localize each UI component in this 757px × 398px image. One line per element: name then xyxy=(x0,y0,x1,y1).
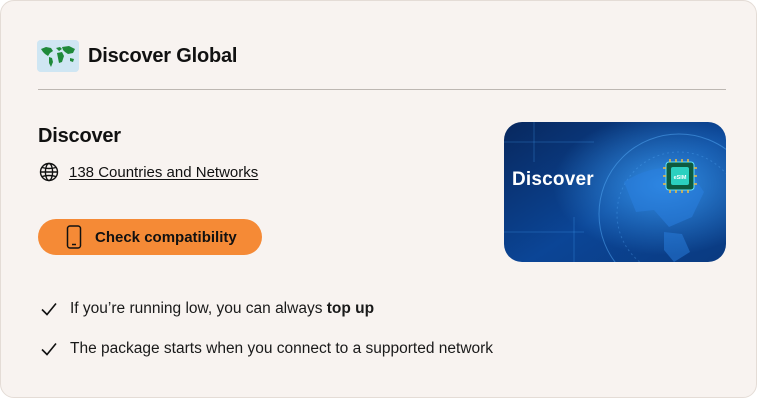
card-header: Discover Global xyxy=(37,39,237,73)
check-compatibility-button[interactable]: Check compatibility xyxy=(38,219,262,255)
esim-card-image: eSIM Discover xyxy=(504,122,726,262)
header-divider xyxy=(38,89,726,90)
feature-text: The package starts when you connect to a… xyxy=(70,340,494,357)
smartphone-icon xyxy=(66,225,82,249)
top-up-text: top up xyxy=(326,300,375,317)
globe-icon xyxy=(39,162,59,182)
feature-item: The package starts when you connect to a… xyxy=(39,337,493,361)
feature-item: If you’re running low, you can always to… xyxy=(39,297,493,321)
feature-text: If you’re running low, you can always to… xyxy=(70,300,375,317)
coverage-row: 138 Countries and Networks xyxy=(39,161,258,183)
checkmark-icon xyxy=(39,299,59,319)
esim-chip-label: eSIM xyxy=(674,175,687,181)
checkmark-icon xyxy=(39,339,59,359)
world-map-icon xyxy=(37,40,79,72)
check-compatibility-label: Check compatibility xyxy=(95,228,237,246)
plan-name: Discover xyxy=(38,125,121,147)
esim-image-title: Discover xyxy=(512,169,594,190)
feature-list: If you’re running low, you can always to… xyxy=(39,297,493,377)
coverage-link[interactable]: 138 Countries and Networks xyxy=(69,164,258,181)
card-title: Discover Global xyxy=(88,44,238,67)
plan-card: Discover Global Discover 138 Countries a… xyxy=(0,0,757,398)
